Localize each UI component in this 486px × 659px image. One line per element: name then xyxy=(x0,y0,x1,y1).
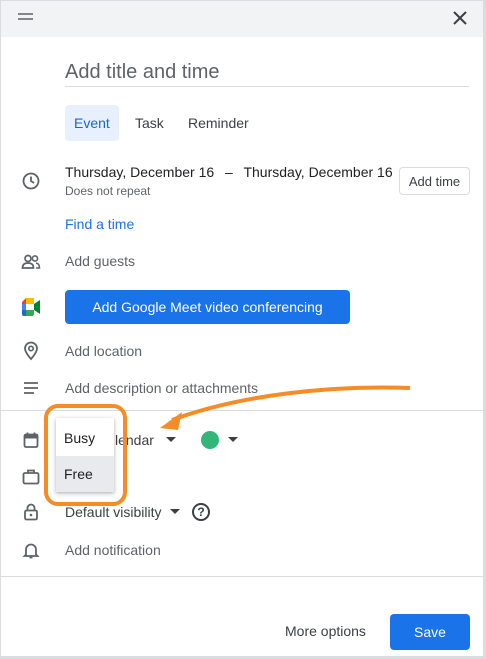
event-dialog: Event Task Reminder Thursday, December 1… xyxy=(0,0,484,657)
title-input[interactable] xyxy=(65,59,469,87)
find-a-time-link[interactable]: Find a time xyxy=(65,216,134,232)
tab-reminder[interactable]: Reminder xyxy=(188,105,249,141)
date-range[interactable]: Thursday, December 16 – Thursday, Decemb… xyxy=(65,164,393,180)
bell-icon xyxy=(21,540,41,560)
google-meet-icon xyxy=(21,297,41,317)
menu-option-free[interactable]: Free xyxy=(56,456,114,492)
save-button[interactable]: Save xyxy=(390,614,470,650)
repeat-setting[interactable]: Does not repeat xyxy=(65,184,150,198)
menu-option-busy[interactable]: Busy xyxy=(56,420,114,456)
people-icon xyxy=(21,252,41,272)
calendar-name-dropdown[interactable]: lendar xyxy=(115,432,154,448)
calendar-color-swatch[interactable] xyxy=(201,431,219,449)
clock-icon xyxy=(21,171,41,191)
date-separator: – xyxy=(225,164,233,180)
divider xyxy=(1,576,483,577)
tab-task[interactable]: Task xyxy=(135,105,164,141)
google-meet-button[interactable]: Add Google Meet video conferencing xyxy=(65,290,350,324)
description-icon xyxy=(21,378,41,398)
more-options-button[interactable]: More options xyxy=(285,623,366,639)
tab-event[interactable]: Event xyxy=(65,105,119,141)
location-pin-icon xyxy=(21,341,41,361)
visibility-dropdown[interactable]: Default visibility xyxy=(65,504,161,520)
start-date[interactable]: Thursday, December 16 xyxy=(65,164,214,180)
color-dropdown-caret-icon[interactable] xyxy=(228,437,238,442)
availability-menu: Busy Free xyxy=(56,418,114,492)
visibility-dropdown-caret-icon[interactable] xyxy=(170,509,180,514)
add-notification-field[interactable]: Add notification xyxy=(65,542,161,558)
close-icon[interactable] xyxy=(447,5,473,31)
end-date[interactable]: Thursday, December 16 xyxy=(243,164,392,180)
lock-icon xyxy=(21,502,41,522)
calendar-dropdown-caret-icon[interactable] xyxy=(166,437,176,442)
dialog-header[interactable] xyxy=(1,1,483,37)
divider xyxy=(1,410,483,411)
drag-handle-icon[interactable] xyxy=(18,13,33,23)
add-description-field[interactable]: Add description or attachments xyxy=(65,380,258,396)
add-guests-field[interactable]: Add guests xyxy=(65,253,135,269)
add-time-button[interactable]: Add time xyxy=(399,167,470,195)
help-icon[interactable]: ? xyxy=(192,503,210,521)
calendar-icon xyxy=(21,430,41,450)
briefcase-icon xyxy=(21,467,41,487)
add-location-field[interactable]: Add location xyxy=(65,343,142,359)
